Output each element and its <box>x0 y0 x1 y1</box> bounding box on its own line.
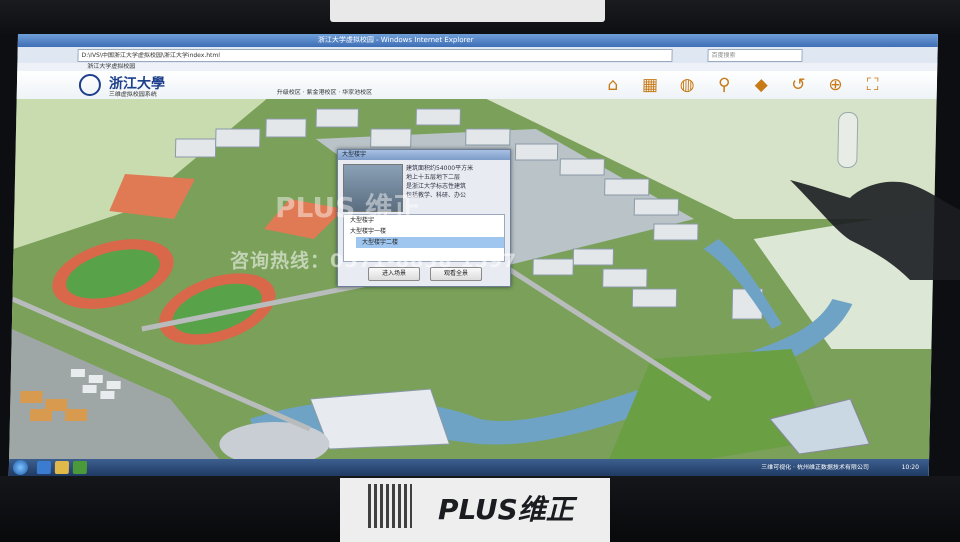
ie-taskbar-icon[interactable] <box>36 461 52 474</box>
tree-item[interactable]: 大型楼宇一楼 <box>344 226 504 237</box>
monitor-sticker <box>330 0 605 22</box>
university-emblem-icon <box>78 74 102 96</box>
browser-title-bar: 浙江大学虚拟校园 - Windows Internet Explorer <box>17 34 939 47</box>
undo-icon[interactable]: ↺ <box>787 74 809 96</box>
browser-tab[interactable]: 浙江大学虚拟校园 <box>17 63 938 71</box>
brand-watermark: PLUS 维正 <box>275 191 422 224</box>
start-button[interactable] <box>12 460 29 475</box>
windows-taskbar: 三维可视化 · 杭州维正数据技术有限公司 10:20 <box>8 459 930 476</box>
app-subtitle: 三维虚拟校园系统 <box>108 91 157 98</box>
window-title: 浙江大学虚拟校园 - Windows Internet Explorer <box>317 36 474 44</box>
tag-icon[interactable]: ◆ <box>750 74 772 96</box>
home-icon[interactable]: ⌂ <box>602 74 624 96</box>
search-icon[interactable]: ⚲ <box>713 74 735 96</box>
fullscreen-icon[interactable]: ⛶ <box>861 74 883 96</box>
campus-menu[interactable]: 升级校区 · 紫金港校区 · 华家池校区 <box>277 87 373 96</box>
hotline-watermark: 咨询热线：0571-8838 1597 <box>230 250 518 272</box>
qr-code <box>368 484 412 528</box>
search-input[interactable]: 百度搜索 <box>707 49 803 62</box>
info-line: 建筑面积约54000平方米 <box>406 165 474 172</box>
tab-label: 浙江大学虚拟校园 <box>87 63 136 70</box>
folder-taskbar-icon[interactable] <box>54 461 70 474</box>
dialog-title: 大型楼宇 <box>338 150 510 160</box>
presenter-hand <box>790 180 960 280</box>
map-navigation-control[interactable] <box>837 112 859 168</box>
address-input[interactable]: D:\IVS\中国浙江大学虚拟校园\浙江大学index.html <box>77 49 673 62</box>
info-line: 地上十五层地下二层 <box>406 174 461 181</box>
app-header: 浙江大學 三维虚拟校园系统 升级校区 · 紫金港校区 · 华家池校区 ⌂ ▦ ◍… <box>16 71 938 100</box>
stand-brand-text: PLUS维正 <box>438 493 574 526</box>
browser-address-bar: D:\IVS\中国浙江大学虚拟校园\浙江大学index.html 百度搜索 <box>17 47 938 64</box>
globe-icon[interactable]: ◍ <box>676 74 698 96</box>
taskbar-clock: 10:20 <box>901 464 919 471</box>
toolbar: ⌂ ▦ ◍ ⚲ ◆ ↺ ⊕ ⛶ <box>602 74 894 96</box>
crosshair-icon[interactable]: ⊕ <box>824 74 846 96</box>
building-icon[interactable]: ▦ <box>639 74 661 96</box>
media-taskbar-icon[interactable] <box>72 461 88 474</box>
taskbar-company-text: 三维可视化 · 杭州维正数据技术有限公司 <box>761 464 869 471</box>
